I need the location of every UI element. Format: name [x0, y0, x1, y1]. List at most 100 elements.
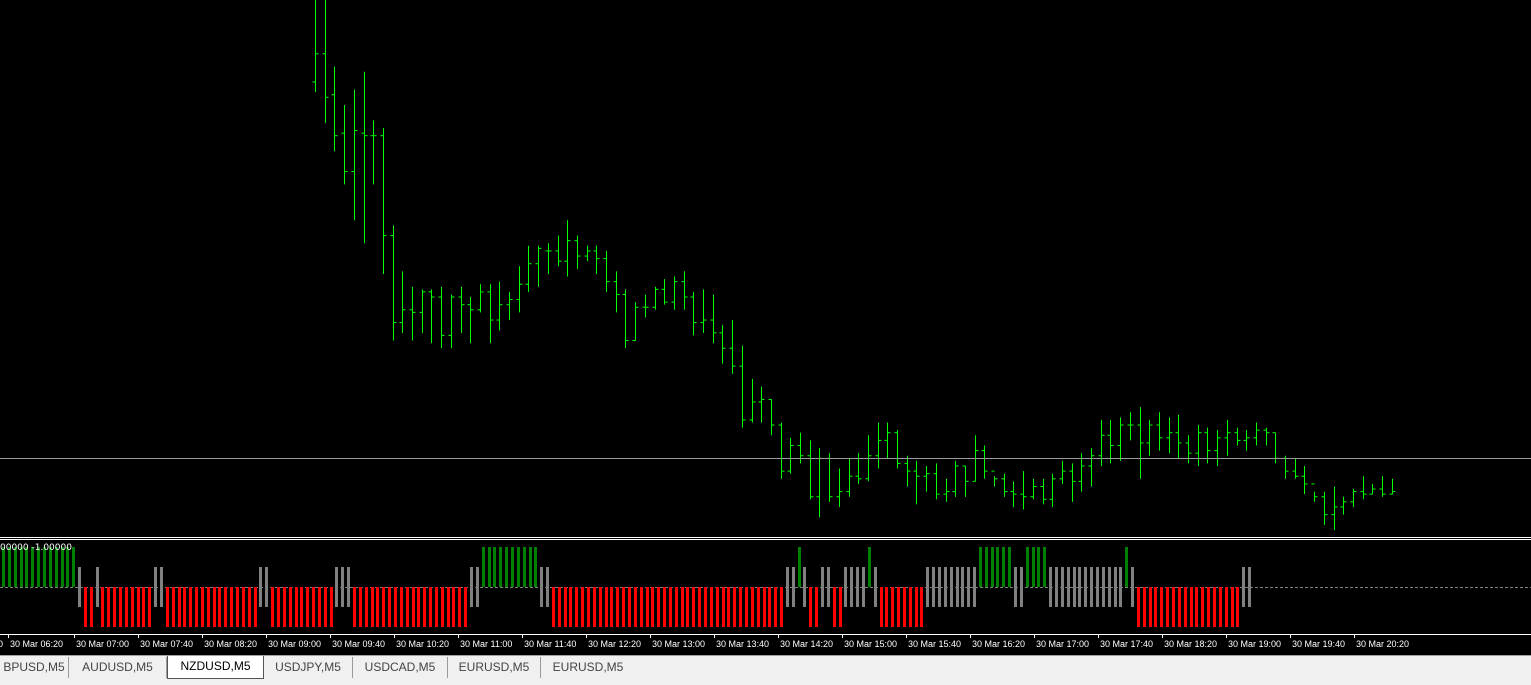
tab-audusd-m5[interactable]: AUDUSD,M5 — [69, 657, 167, 678]
ohlc-bar — [1010, 481, 1017, 507]
indicator-histogram-pane[interactable] — [0, 540, 1531, 634]
histogram-bar — [283, 587, 286, 627]
histogram-bar — [254, 587, 257, 627]
pane-divider[interactable] — [0, 537, 1531, 538]
ohlc-bar — [419, 289, 426, 333]
ohlc-bar — [1107, 419, 1114, 464]
ohlc-bar — [1049, 473, 1056, 507]
ohlc-bar — [312, 0, 319, 93]
histogram-bar — [1201, 587, 1204, 627]
histogram-bar — [458, 587, 461, 627]
time-tick — [1162, 635, 1163, 638]
histogram-bar — [663, 587, 666, 627]
tab-nzdusd-m5[interactable]: NZDUSD,M5 — [167, 656, 264, 679]
tab-usdjpy-m5[interactable]: USDJPY,M5 — [264, 657, 353, 678]
time-tick — [330, 635, 331, 638]
ohlc-bar — [555, 235, 562, 267]
histogram-bar — [517, 547, 520, 587]
tab-eurusd-m5[interactable]: EURUSD,M5 — [448, 657, 541, 678]
ohlc-bar — [1146, 419, 1153, 456]
ohlc-bar — [525, 245, 532, 292]
ohlc-bar — [1020, 471, 1027, 510]
histogram-bar — [1137, 587, 1140, 627]
histogram-bar — [1061, 567, 1064, 607]
histogram-bar — [558, 587, 561, 627]
histogram-bar — [546, 567, 549, 607]
histogram-bar — [435, 587, 438, 627]
histogram-bar — [733, 587, 736, 627]
histogram-bar — [300, 587, 303, 627]
histogram-bar — [417, 587, 420, 627]
ohlc-bar — [584, 245, 591, 262]
histogram-bar — [780, 587, 783, 627]
histogram-bar — [382, 587, 385, 627]
histogram-bar — [493, 547, 496, 587]
price-chart[interactable] — [0, 0, 1531, 537]
tab-usdcad-m5[interactable]: USDCAD,M5 — [353, 657, 448, 678]
histogram-bar — [341, 567, 344, 607]
time-axis-label: 30 Mar 12:20 — [588, 639, 642, 649]
histogram-bar — [833, 587, 836, 627]
tab-gbpusd-m5[interactable]: BPUSD,M5 — [0, 657, 69, 678]
ohlc-bar — [991, 470, 998, 487]
histogram-bar — [1055, 567, 1058, 607]
histogram-bar — [66, 547, 69, 587]
ohlc-bar — [758, 386, 765, 423]
histogram-bar — [476, 567, 479, 607]
histogram-bar — [160, 567, 163, 607]
histogram-bar — [312, 587, 315, 627]
histogram-bar — [569, 587, 572, 627]
ohlc-bar — [846, 458, 853, 497]
histogram-bar — [330, 587, 333, 627]
time-tick — [138, 635, 139, 638]
ohlc-bar — [1069, 463, 1076, 502]
histogram-bar — [423, 587, 426, 627]
ohlc-bar — [826, 453, 833, 502]
ohlc-bar — [652, 286, 659, 310]
ohlc-bar — [1243, 430, 1250, 451]
ohlc-bar — [613, 271, 620, 313]
time-axis-label: 0 — [0, 639, 4, 649]
histogram-bar — [1143, 587, 1146, 627]
time-axis-label: 30 Mar 15:00 — [844, 639, 898, 649]
histogram-bar — [827, 567, 830, 607]
histogram-bar — [605, 587, 608, 627]
ohlc-bar — [1369, 483, 1376, 495]
ohlc-bar — [1350, 489, 1357, 507]
time-axis-label: 30 Mar 07:40 — [140, 639, 194, 649]
ohlc-bar — [632, 302, 639, 342]
ohlc-bar — [458, 286, 465, 333]
histogram-bar — [529, 547, 532, 587]
time-axis-label: 30 Mar 11:40 — [524, 639, 577, 649]
histogram-bar — [552, 587, 555, 627]
histogram-bar — [388, 587, 391, 627]
histogram-bar — [1195, 587, 1198, 627]
histogram-bar — [1114, 567, 1117, 607]
ohlc-bar — [981, 445, 988, 479]
ohlc-bar — [438, 286, 445, 349]
histogram-bar — [1184, 587, 1187, 627]
histogram-bar — [821, 567, 824, 607]
histogram-bar — [587, 587, 590, 627]
tab-eurusd-m5-2[interactable]: EURUSD,M5 — [541, 657, 635, 678]
ohlc-bar — [1156, 412, 1163, 451]
histogram-bar — [581, 587, 584, 627]
histogram-bar — [365, 587, 368, 627]
histogram-bar — [78, 567, 81, 607]
histogram-bar — [371, 587, 374, 627]
histogram-bar — [1073, 567, 1076, 607]
histogram-bar — [183, 587, 186, 627]
histogram-bar — [961, 567, 964, 607]
ohlc-bar — [1185, 435, 1192, 464]
ohlc-bar — [1195, 425, 1202, 466]
histogram-bar — [353, 587, 356, 627]
ohlc-bar — [962, 465, 969, 497]
histogram-bar — [1219, 587, 1222, 627]
histogram-bar — [248, 587, 251, 627]
histogram-bar — [686, 587, 689, 627]
chart-tab-bar: BPUSD,M5 AUDUSD,M5 NZDUSD,M5 USDJPY,M5 U… — [0, 655, 1531, 685]
histogram-bar — [880, 587, 883, 627]
ohlc-bar — [1088, 448, 1095, 487]
histogram-bar — [839, 587, 842, 627]
ohlc-bar — [884, 422, 891, 459]
